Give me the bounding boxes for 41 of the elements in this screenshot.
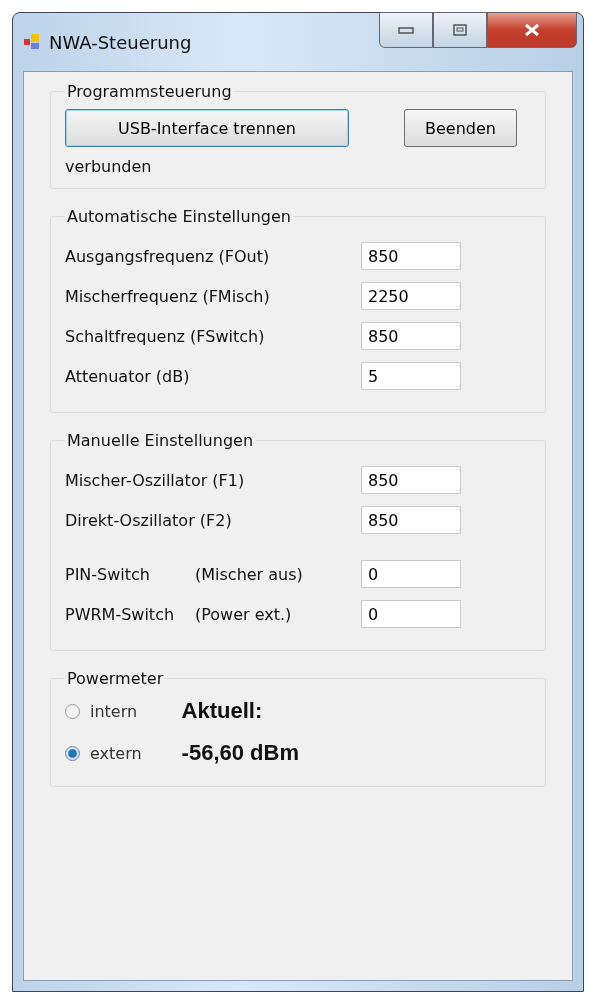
field-label: Mischer-Oszillator (F1): [65, 470, 246, 490]
field-label: Attenuator (dB): [65, 366, 191, 386]
input-field[interactable]: 850: [361, 322, 461, 350]
radio-button[interactable]: intern: [65, 696, 142, 726]
command-button[interactable]: Beenden: [404, 109, 517, 147]
minimize-icon: [398, 26, 414, 34]
radio-label: intern: [90, 701, 138, 721]
input-field[interactable]: 850: [361, 466, 461, 494]
field-label: Direkt-Oszillator (F2): [65, 510, 233, 530]
group-title: Programmsteuerung: [66, 82, 233, 101]
window-title: NWA-Steuerung: [49, 31, 192, 53]
app-icon: [23, 33, 41, 51]
group-title: Automatische Einstellungen: [66, 207, 292, 226]
command-button[interactable]: USB-Interface trennen: [65, 109, 349, 147]
field-note: (Mischer aus): [195, 564, 304, 584]
maximize-button[interactable]: [433, 12, 487, 48]
reading-label: Aktuell:: [181, 697, 264, 725]
input-field[interactable]: 850: [361, 242, 461, 270]
radio-label: extern: [90, 743, 142, 763]
input-field[interactable]: 2250: [361, 282, 461, 310]
power-reading: -56,60 dBm: [181, 739, 299, 767]
close-button[interactable]: [487, 12, 577, 48]
connection-status: verbunden: [65, 157, 153, 176]
input-field[interactable]: 0: [361, 560, 461, 588]
field-label: Schaltfrequenz (FSwitch): [65, 326, 266, 346]
field-note: (Power ext.): [195, 604, 293, 624]
input-field[interactable]: 5: [361, 362, 461, 390]
field-label: Mischerfrequenz (FMisch): [65, 286, 271, 306]
minimize-button[interactable]: [379, 12, 433, 48]
input-field[interactable]: 0: [361, 600, 461, 628]
radio-button[interactable]: extern: [65, 738, 142, 768]
close-icon: [524, 23, 540, 37]
field-label: PIN-Switch: [65, 564, 151, 584]
maximize-icon: [453, 24, 467, 36]
field-label: PWRM-Switch: [65, 604, 176, 624]
input-field[interactable]: 850: [361, 506, 461, 534]
field-label: Ausgangsfrequenz (FOut): [65, 246, 271, 266]
radio-indicator[interactable]: [65, 745, 80, 761]
group-title: Manuelle Einstellungen: [66, 431, 254, 450]
group-title: Powermeter: [66, 669, 165, 688]
radio-indicator[interactable]: [65, 703, 80, 719]
